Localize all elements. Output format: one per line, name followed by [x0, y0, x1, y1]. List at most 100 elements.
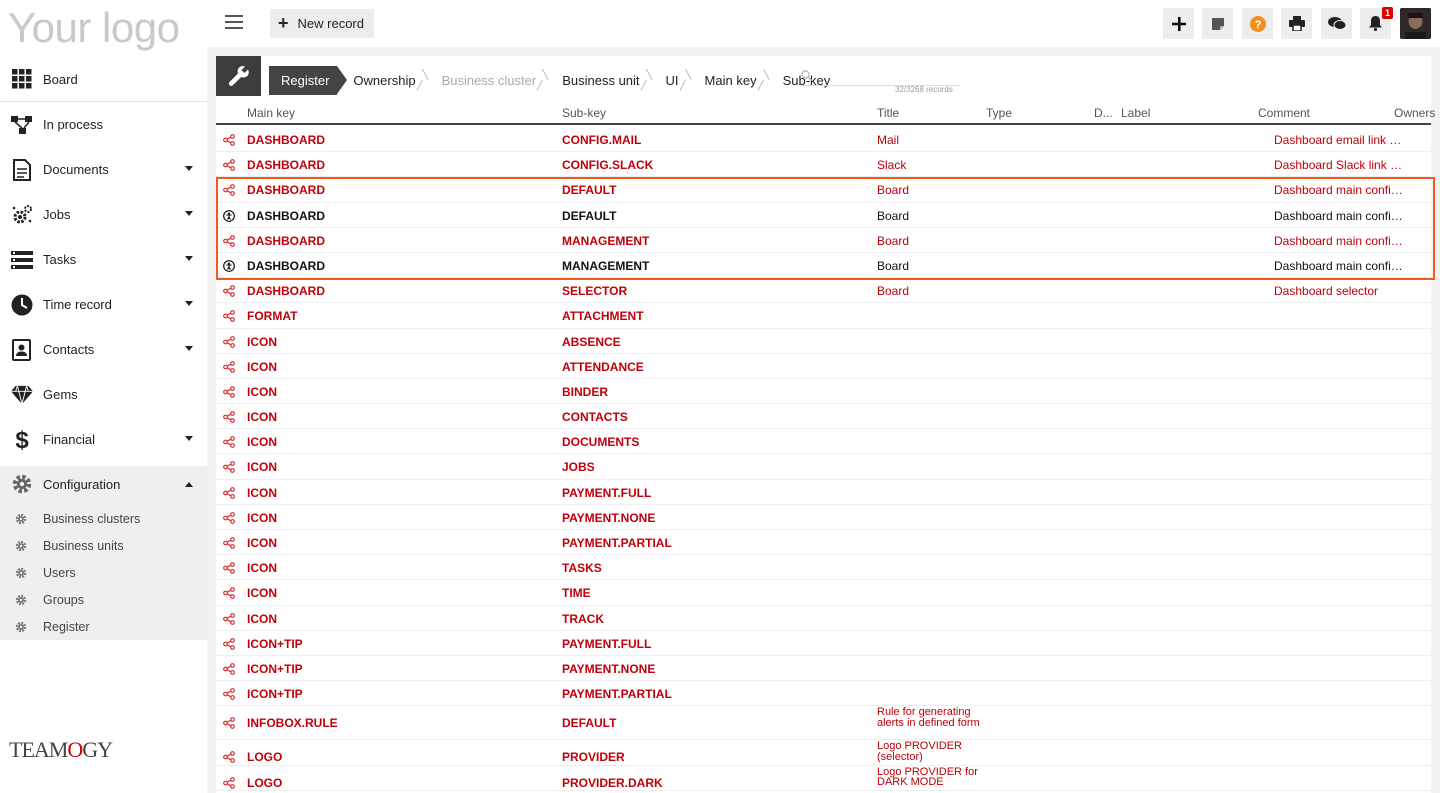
- table-row[interactable]: DASHBOARD DEFAULT Board Dashboard main conf…: [216, 203, 1431, 228]
- column-header-comment[interactable]: Comment: [1258, 106, 1310, 120]
- table-row[interactable]: DASHBOARD MANAGEMENT Board Dashboard main c…: [216, 228, 1431, 253]
- breadcrumb-ui[interactable]: UI: [656, 66, 687, 95]
- share-icon[interactable]: [223, 562, 235, 575]
- table-row[interactable]: ICON TRACK: [216, 606, 1431, 631]
- cell-main-key: FORMAT: [247, 309, 298, 324]
- sidebar-subitem-business-units[interactable]: Business units: [0, 532, 207, 559]
- column-header-title[interactable]: Title: [877, 106, 899, 120]
- table-row[interactable]: ICON PAYMENT.FULL: [216, 480, 1431, 505]
- share-icon[interactable]: [223, 436, 235, 449]
- avatar[interactable]: [1400, 8, 1431, 39]
- share-icon[interactable]: [223, 461, 235, 474]
- share-icon[interactable]: [223, 411, 235, 423]
- breadcrumb-business-cluster[interactable]: Business cluster: [432, 66, 545, 95]
- share-icon[interactable]: [223, 134, 235, 146]
- share-icon[interactable]: [223, 310, 235, 323]
- print-button[interactable]: [1281, 8, 1312, 39]
- breadcrumb-ownership[interactable]: Ownership: [337, 66, 423, 95]
- register-panel: Register Ownership Business cluster Busines…: [216, 56, 1435, 793]
- column-header-sub-key[interactable]: Sub-key: [562, 106, 606, 120]
- owner-icon[interactable]: [223, 209, 235, 222]
- cell-main-key: ICON: [247, 536, 277, 550]
- sidebar-item-jobs[interactable]: Jobs: [0, 192, 207, 237]
- sidebar-subitem-business-clusters[interactable]: Business clusters: [0, 505, 207, 532]
- gear-icon: [11, 473, 33, 495]
- table-row[interactable]: ICON+TIP PAYMENT.FULL: [216, 631, 1431, 656]
- table-row[interactable]: DASHBOARD DEFAULT Board Dashboard main conf…: [216, 177, 1431, 203]
- sidebar-item-gems[interactable]: Gems: [0, 372, 207, 417]
- cell-comment: Dashboard main config...: [1274, 183, 1404, 198]
- table-row[interactable]: ICON CONTACTS: [216, 404, 1431, 430]
- share-icon[interactable]: [223, 537, 235, 549]
- table-row[interactable]: LOGO PROVIDER Logo PROVIDER (selector): [216, 740, 1431, 766]
- table-row[interactable]: LOGO PROVIDER.DARK Logo PROVIDER for DARK …: [216, 766, 1431, 791]
- help-button[interactable]: ?: [1242, 8, 1273, 39]
- sidebar-subitem-groups[interactable]: Groups: [0, 586, 207, 613]
- sidebar-item-documents[interactable]: Documents: [0, 147, 207, 192]
- share-icon[interactable]: [223, 612, 235, 625]
- share-icon[interactable]: [223, 511, 235, 524]
- table-row[interactable]: DASHBOARD MANAGEMENT Board Dashboard main c…: [216, 253, 1431, 279]
- column-header-type[interactable]: Type: [986, 106, 1012, 120]
- share-icon[interactable]: [223, 587, 235, 600]
- plus-icon: +: [278, 13, 289, 33]
- share-icon[interactable]: [223, 285, 235, 298]
- share-icon[interactable]: [223, 717, 235, 730]
- share-icon[interactable]: [223, 234, 235, 247]
- table-row[interactable]: ICON TIME: [216, 580, 1431, 606]
- breadcrumb-register[interactable]: Register: [269, 66, 348, 95]
- share-icon[interactable]: [223, 360, 235, 373]
- share-icon[interactable]: [223, 776, 235, 789]
- sidebar-item-board[interactable]: Board: [0, 57, 207, 102]
- table-row[interactable]: DASHBOARD SELECTOR Board Dashboard selector: [216, 278, 1431, 304]
- table-row[interactable]: DASHBOARD CONFIG.SLACK Slack Dashboard Slac…: [216, 152, 1431, 178]
- logo[interactable]: Your logo: [8, 4, 180, 52]
- sidebar-item-time-record[interactable]: Time record: [0, 282, 207, 327]
- share-icon[interactable]: [223, 335, 235, 348]
- notifications-button[interactable]: 1: [1360, 7, 1393, 39]
- table-row[interactable]: ICON PAYMENT.NONE: [216, 505, 1431, 530]
- breadcrumb-business-unit[interactable]: Business unit: [552, 66, 647, 95]
- chat-button[interactable]: [1321, 8, 1352, 39]
- add-button[interactable]: [1163, 8, 1194, 39]
- column-header-owners[interactable]: Owners: [1394, 106, 1435, 120]
- table-row[interactable]: ICON BINDER: [216, 379, 1431, 405]
- share-icon[interactable]: [223, 385, 235, 398]
- new-record-button[interactable]: + New record: [270, 9, 374, 38]
- cell-title: Slack: [877, 158, 907, 173]
- menu-icon[interactable]: [225, 15, 243, 29]
- table-row[interactable]: ICON DOCUMENTS: [216, 429, 1431, 455]
- table-row[interactable]: DASHBOARD CONFIG.MAIL Mail Dashboard email …: [216, 127, 1431, 153]
- share-icon[interactable]: [223, 486, 235, 499]
- table-row[interactable]: ICON TASKS: [216, 555, 1431, 581]
- sidebar-item-tasks[interactable]: Tasks: [0, 237, 207, 282]
- note-button[interactable]: [1202, 8, 1233, 39]
- sidebar-item-contacts[interactable]: Contacts: [0, 327, 207, 372]
- share-icon[interactable]: [223, 751, 235, 764]
- breadcrumb-main-key[interactable]: Main key: [695, 66, 765, 95]
- column-header-d[interactable]: D...: [1094, 106, 1113, 120]
- table-header: Main key Sub-key Title Type D... Label C…: [216, 103, 1435, 125]
- search-input[interactable]: [799, 70, 961, 86]
- table-row[interactable]: ICON PAYMENT.PARTIAL: [216, 530, 1431, 556]
- sidebar-subitem-register[interactable]: Register: [0, 613, 207, 640]
- share-icon[interactable]: [223, 637, 235, 650]
- sidebar-item-configuration[interactable]: Configuration: [0, 466, 207, 502]
- table-row[interactable]: INFOBOX.RULE DEFAULT Rule for generating a…: [216, 706, 1431, 741]
- share-icon[interactable]: [223, 663, 235, 675]
- column-header-label[interactable]: Label: [1121, 106, 1150, 120]
- sidebar-subitem-users[interactable]: Users: [0, 559, 207, 586]
- share-icon[interactable]: [223, 184, 235, 197]
- table-row[interactable]: ICON ABSENCE: [216, 329, 1431, 354]
- table-row[interactable]: ICON+TIP PAYMENT.PARTIAL: [216, 681, 1431, 707]
- table-row[interactable]: ICON ATTENDANCE: [216, 354, 1431, 379]
- table-row[interactable]: ICON JOBS: [216, 454, 1431, 480]
- column-header-main-key[interactable]: Main key: [247, 106, 295, 120]
- sidebar-item-financial[interactable]: $ Financial: [0, 417, 207, 462]
- share-icon[interactable]: [223, 688, 235, 701]
- share-icon[interactable]: [223, 159, 235, 172]
- owner-icon[interactable]: [223, 260, 235, 272]
- table-row[interactable]: FORMAT ATTACHMENT: [216, 303, 1431, 329]
- sidebar-item-in-process[interactable]: In process: [0, 102, 207, 147]
- table-row[interactable]: ICON+TIP PAYMENT.NONE: [216, 656, 1431, 682]
